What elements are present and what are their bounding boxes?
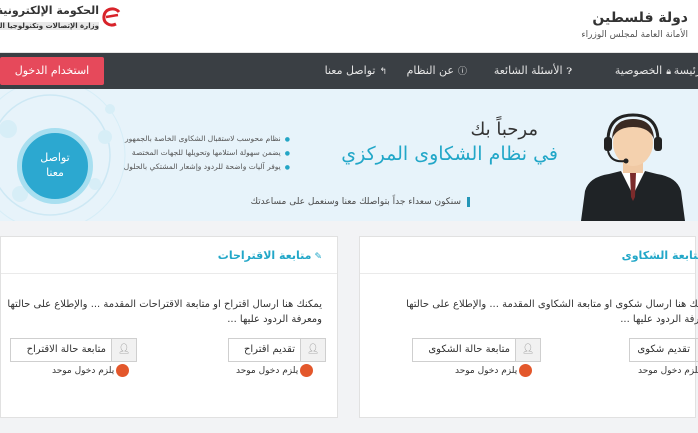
unified-login-note[interactable]: يلزم دخول موحد bbox=[236, 364, 314, 377]
feature-item: يوفر آليات واضحة للردود وإشعار المشتكي ب… bbox=[124, 160, 290, 174]
unified-login-note[interactable]: يلزم دخول موحد bbox=[52, 364, 130, 377]
egov-logo[interactable]: الحكومة الإلكترونية وزارة الإتصالات وتكن… bbox=[0, 4, 125, 38]
suggestion-status-button[interactable]: 👤︎ متابعة حالة الاقتراح bbox=[10, 338, 137, 362]
suggestions-panel-title: ✎متابعة الاقتراحات bbox=[217, 249, 322, 262]
system-title: في نظام الشكاوى المركزي bbox=[341, 143, 558, 165]
suggestions-description: يمكنك هنا ارسال اقتراح او متابعة الاقترا… bbox=[7, 299, 322, 325]
suggestions-panel: ✎متابعة الاقتراحات يمكنك هنا ارسال اقترا… bbox=[0, 236, 338, 418]
unified-login-note[interactable]: يلزم دخول موحد bbox=[455, 364, 533, 377]
nav-item-home[interactable]: ⌂الرئيسة bbox=[674, 53, 698, 89]
banner-tagline: سنكون سعداء جداً بتواصلك معنا وسنعمل على… bbox=[251, 197, 470, 207]
complaints-panel: ✎متابعة الشكاوى يمكنك هنا ارسال شكوى او … bbox=[359, 236, 698, 418]
lock-icon: 🔒︎ bbox=[666, 67, 671, 77]
divider bbox=[1, 273, 337, 274]
logo-subtitle: وزارة الإتصالات وتكنولوجيا المعـ bbox=[0, 22, 99, 30]
login-button[interactable]: استخدام الدخول bbox=[0, 57, 104, 85]
nav-item-faq[interactable]: ❓︎الأسئلة الشائعة bbox=[494, 53, 572, 89]
feature-item: نظام محوسب لاستقبال الشكاوى الخاصة بالجم… bbox=[124, 132, 290, 146]
submit-suggestion-button[interactable]: 👤︎ تقديم اقتراح bbox=[228, 338, 326, 362]
submit-complaint-button[interactable]: 👤︎ تقديم شكوى bbox=[629, 338, 698, 362]
question-icon: ❓︎ bbox=[566, 67, 572, 77]
reply-icon: ↰ bbox=[379, 67, 387, 77]
main-nav: ⌂الرئيسة 🔒︎الخصوصية ❓︎الأسئلة الشائعة ⓘع… bbox=[0, 53, 698, 89]
feature-list: نظام محوسب لاستقبال الشكاوى الخاصة بالجم… bbox=[124, 132, 290, 174]
edit-icon: ✎ bbox=[314, 252, 322, 262]
complaints-description: يمكنك هنا ارسال شكوى او متابعة الشكاوى ا… bbox=[406, 299, 698, 325]
welcome-text: مرحباً بك bbox=[470, 119, 538, 140]
unified-login-icon bbox=[519, 364, 533, 377]
state-title: دولة فلسطين bbox=[592, 10, 688, 26]
complaint-status-button[interactable]: 👤︎ متابعة حالة الشكوى bbox=[412, 338, 541, 362]
nav-item-privacy[interactable]: 🔒︎الخصوصية bbox=[615, 53, 671, 89]
user-icon: 👤︎ bbox=[300, 339, 325, 361]
support-agent-illustration bbox=[581, 113, 685, 221]
user-icon: 👤︎ bbox=[515, 339, 540, 361]
complaints-panel-title: ✎متابعة الشكاوى bbox=[621, 249, 698, 262]
unified-login-note[interactable]: يلزم دخول موحد bbox=[638, 364, 698, 377]
egov-logo-icon bbox=[102, 7, 121, 27]
feature-item: يضمن سهولة استلامها وتحويلها للجهات المخ… bbox=[124, 146, 290, 160]
site-header: دولة فلسطين الأمانة العامة لمجلس الوزراء… bbox=[0, 0, 698, 53]
nav-item-contact[interactable]: ↰تواصل معنا bbox=[325, 53, 387, 89]
logo-title: الحكومة الإلكترونية bbox=[0, 4, 99, 17]
contact-us-bubble[interactable]: تواصل معنا bbox=[17, 128, 93, 204]
unified-login-icon bbox=[116, 364, 130, 377]
user-icon: 👤︎ bbox=[111, 339, 136, 361]
unified-login-icon bbox=[300, 364, 314, 377]
nav-item-about[interactable]: ⓘعن النظام bbox=[407, 53, 467, 89]
divider bbox=[360, 273, 695, 274]
info-icon: ⓘ bbox=[457, 67, 467, 77]
state-subtitle: الأمانة العامة لمجلس الوزراء bbox=[581, 30, 688, 40]
